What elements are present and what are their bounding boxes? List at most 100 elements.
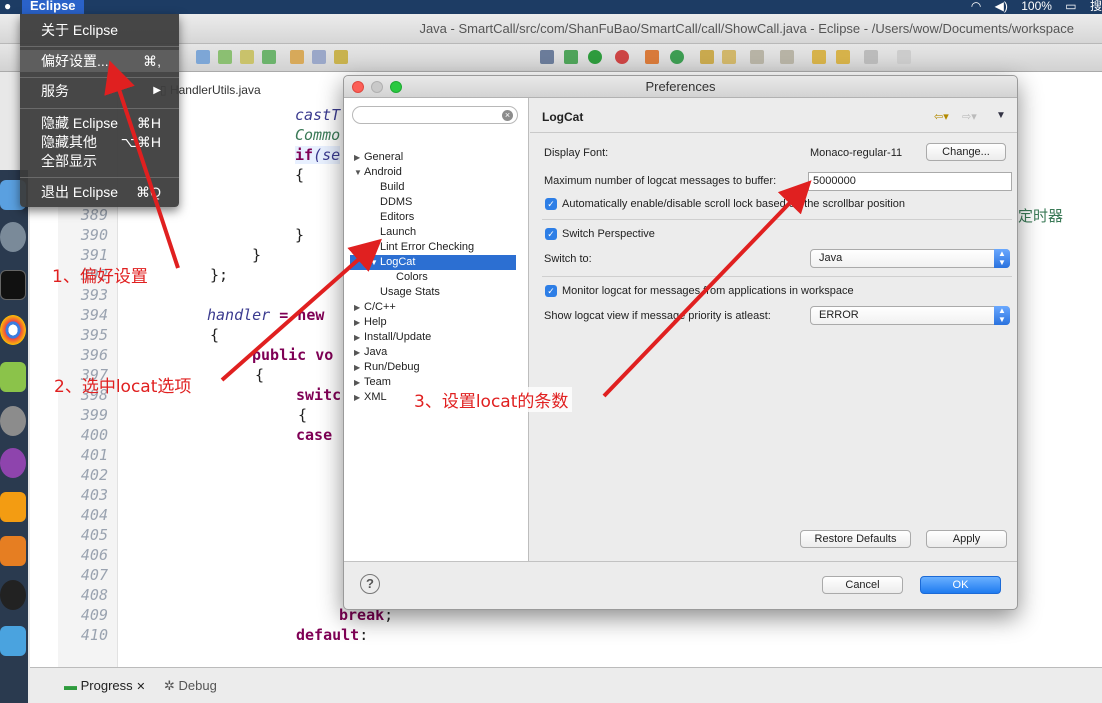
code-line[interactable]: } [295, 226, 304, 244]
tab-debug[interactable]: ✲ Debug [164, 678, 217, 694]
qq-icon[interactable] [0, 580, 26, 610]
sublime-icon[interactable] [0, 536, 26, 566]
code-line[interactable]: default: [296, 626, 368, 644]
project-icon[interactable] [240, 50, 254, 64]
cancel-button[interactable]: Cancel [822, 576, 903, 594]
chrome-icon[interactable] [0, 315, 26, 345]
app-store-icon[interactable] [0, 626, 26, 656]
tree-item[interactable]: ▼ LogCat [350, 255, 516, 270]
forward-nav-icon[interactable]: ⇨▾ [962, 110, 977, 123]
menu-item-show-all[interactable]: 全部显示 [20, 150, 179, 172]
tree-item[interactable]: Editors [370, 210, 414, 225]
battery-icon[interactable]: ▭ [1065, 0, 1076, 13]
external-tools-icon[interactable] [615, 50, 629, 64]
switch-perspective-checkbox[interactable]: ✓ [545, 228, 557, 240]
code-line[interactable]: { [298, 406, 307, 424]
save-icon[interactable] [196, 50, 210, 64]
change-font-button[interactable]: Change... [926, 143, 1006, 161]
open-type-icon[interactable] [700, 50, 714, 64]
zoom-window-button[interactable] [390, 81, 402, 93]
menu-item-about[interactable]: 关于 Eclipse [20, 19, 179, 41]
collapsed-arrow-icon[interactable]: ▶ [354, 345, 364, 360]
tree-item[interactable]: ▼ Android [354, 165, 402, 180]
collapsed-arrow-icon[interactable]: ▶ [354, 390, 364, 405]
spotlight-label[interactable]: 搜 [1090, 0, 1102, 13]
tree-item[interactable]: ▶ Install/Update [354, 330, 431, 345]
close-window-button[interactable] [352, 81, 364, 93]
restore-defaults-button[interactable]: Restore Defaults [800, 530, 911, 548]
view-menu-icon[interactable]: ▼ [996, 110, 1006, 121]
new-icon[interactable] [290, 50, 304, 64]
menu-item-quit[interactable]: 退出 Eclipse ⌘Q [20, 181, 179, 203]
code-line[interactable]: case [296, 426, 332, 444]
forward-icon[interactable] [864, 50, 878, 64]
collapsed-arrow-icon[interactable]: ▶ [354, 360, 364, 375]
clear-search-icon[interactable]: × [502, 110, 513, 121]
menu-item-services[interactable]: 服务 ▶ [20, 80, 179, 102]
tree-item[interactable]: ▶ Team [354, 375, 391, 390]
collapsed-arrow-icon[interactable]: ▶ [354, 375, 364, 390]
tree-item[interactable]: ▶ General [354, 150, 403, 165]
back-icon[interactable] [812, 50, 826, 64]
tree-item[interactable]: DDMS [370, 195, 412, 210]
switch-to-select[interactable]: Java ▲ ▼ [810, 249, 1010, 268]
max-messages-input[interactable]: 5000000 [808, 172, 1012, 191]
code-line[interactable]: public vo [252, 346, 333, 364]
run-icon[interactable] [588, 50, 602, 64]
back-nav-icon[interactable]: ⇦▾ [934, 110, 949, 123]
tree-item[interactable]: ▶ Run/Debug [354, 360, 420, 375]
code-line[interactable]: } [252, 246, 261, 264]
code-line[interactable]: }; [210, 266, 228, 284]
bug-icon[interactable] [564, 50, 578, 64]
tree-item[interactable]: Colors [386, 270, 428, 285]
code-line[interactable]: switc [296, 386, 341, 404]
code-line[interactable]: handler = new [207, 306, 324, 324]
collapsed-arrow-icon[interactable]: ▶ [354, 150, 364, 165]
tree-item[interactable]: Build [370, 180, 404, 195]
apply-button[interactable]: Apply [926, 530, 1007, 548]
highlight-icon[interactable] [334, 50, 348, 64]
code-line[interactable]: { [210, 326, 219, 344]
collapsed-arrow-icon[interactable]: ▶ [354, 330, 364, 345]
code-line[interactable]: { [295, 166, 304, 184]
tree-item[interactable]: ▶ C/C++ [354, 300, 396, 315]
android-icon[interactable] [0, 362, 26, 392]
expanded-arrow-icon[interactable]: ▼ [370, 255, 380, 270]
code-line[interactable]: Commo [295, 126, 340, 144]
tree-item[interactable]: ▶ Java [354, 345, 387, 360]
terminal-icon[interactable] [0, 270, 26, 300]
launchpad-icon[interactable] [0, 222, 26, 252]
scroll-lock-checkbox[interactable]: ✓ [545, 198, 557, 210]
volume-icon[interactable]: ◀) [995, 0, 1008, 13]
system-preferences-icon[interactable] [0, 406, 26, 436]
list-icon[interactable] [312, 50, 326, 64]
debug-icon[interactable] [540, 50, 554, 64]
tab-progress[interactable]: ▬ Progress ✕ [64, 678, 146, 693]
pin-icon[interactable] [897, 50, 911, 64]
tree-item[interactable]: Usage Stats [370, 285, 440, 300]
coverage-icon[interactable] [645, 50, 659, 64]
eclipse-icon[interactable] [0, 448, 26, 478]
close-icon[interactable]: ✕ [136, 681, 145, 693]
app-menu-title[interactable]: Eclipse [22, 0, 84, 14]
editor-tab[interactable]: ▯ HandlerUtils.java [160, 80, 350, 100]
tree-item[interactable]: ▶ Help [354, 315, 387, 330]
ok-button[interactable]: OK [920, 576, 1001, 594]
help-button[interactable]: ? [360, 574, 380, 594]
menu-item-preferences[interactable]: 偏好设置... ⌘, [20, 50, 179, 72]
wifi-icon[interactable]: ◠ [971, 0, 981, 13]
build-icon[interactable] [218, 50, 232, 64]
new-class-icon[interactable] [670, 50, 684, 64]
apple-icon[interactable]: ● [4, 0, 11, 13]
tree-item[interactable]: ▶ XML [354, 390, 387, 405]
code-line[interactable]: castT [295, 106, 340, 124]
collapsed-arrow-icon[interactable]: ▶ [354, 315, 364, 330]
priority-select[interactable]: ERROR ▲ ▼ [810, 306, 1010, 325]
annotation-icon[interactable] [750, 50, 764, 64]
code-line[interactable]: if(se [295, 146, 341, 164]
search-tool-icon[interactable] [722, 50, 736, 64]
minimize-window-button[interactable] [371, 81, 383, 93]
monitor-checkbox[interactable]: ✓ [545, 285, 557, 297]
ide-icon[interactable] [0, 492, 26, 522]
code-line[interactable]: { [255, 366, 264, 384]
